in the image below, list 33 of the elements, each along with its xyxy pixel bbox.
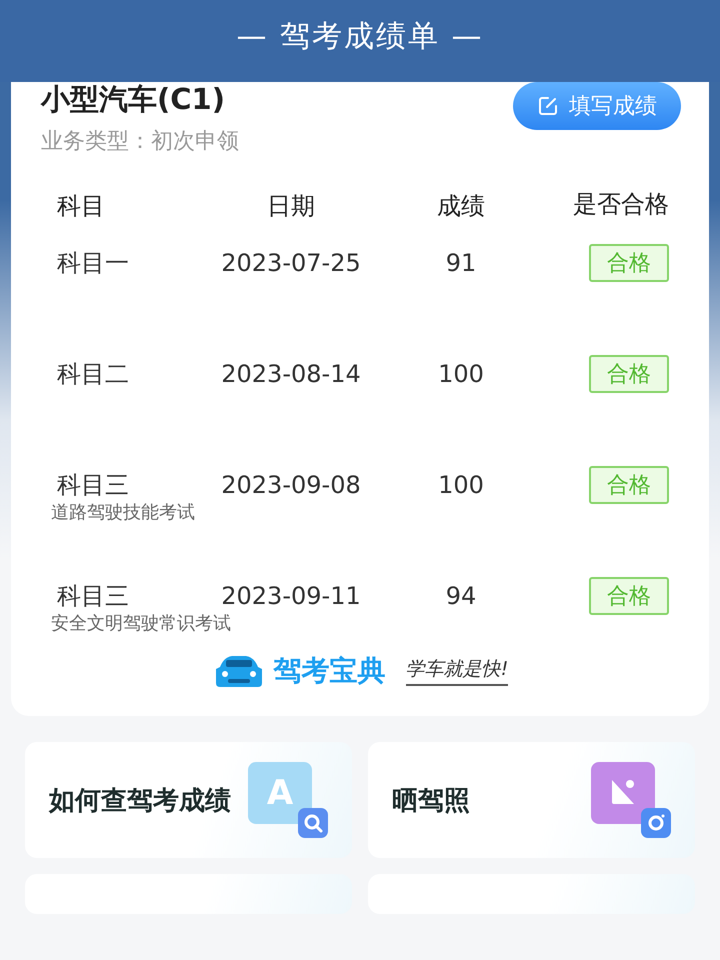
result-badge: 合格: [589, 577, 669, 615]
subject-cell: 科目二: [57, 359, 129, 389]
score-cell-text: 94: [444, 581, 478, 611]
column-header: 成绩: [436, 191, 486, 222]
subject-note: 道路驾驶技能考试: [51, 501, 195, 524]
date-cell-text: 2023-08-14: [220, 359, 362, 389]
page-title: — 驾考成绩单 —: [236, 18, 484, 56]
date-cell-text: 2023-07-25: [220, 248, 362, 278]
date-cell-text: 2023-09-11: [220, 581, 362, 611]
tile-label: 如何查驾考成绩: [49, 784, 231, 818]
subject-cell: 科目三: [57, 581, 129, 611]
score-cell-text: 91: [444, 248, 478, 278]
column-header: 科目: [56, 191, 106, 222]
subject-cell: 科目三: [57, 470, 129, 500]
result-badge: 合格: [589, 244, 669, 282]
business-type: 业务类型：初次申领: [41, 128, 239, 156]
feature-tile[interactable]: 晒驾照: [368, 742, 695, 858]
photo-icon: [591, 762, 671, 838]
brand-name: 驾考宝典: [274, 653, 386, 689]
edit-icon: [537, 95, 559, 117]
column-header: 是否合格: [572, 189, 670, 220]
date-cell-text: 2023-09-08: [220, 470, 362, 500]
result-badge: 合格: [589, 466, 669, 504]
score-cell-text: 100: [437, 359, 485, 389]
brand-slogan: 学车就是快!: [406, 656, 508, 686]
vehicle-type: 小型汽车(C1): [41, 81, 226, 118]
result-badge: 合格: [589, 355, 669, 393]
subject-note: 安全文明驾驶常识考试: [51, 612, 231, 635]
tile-label: 晒驾照: [392, 784, 470, 818]
score-cell-text: 100: [437, 470, 485, 500]
subject-cell: 科目一: [57, 248, 129, 278]
column-header: 日期: [266, 191, 316, 222]
feature-tile[interactable]: 如何查驾考成绩 A: [25, 742, 352, 858]
